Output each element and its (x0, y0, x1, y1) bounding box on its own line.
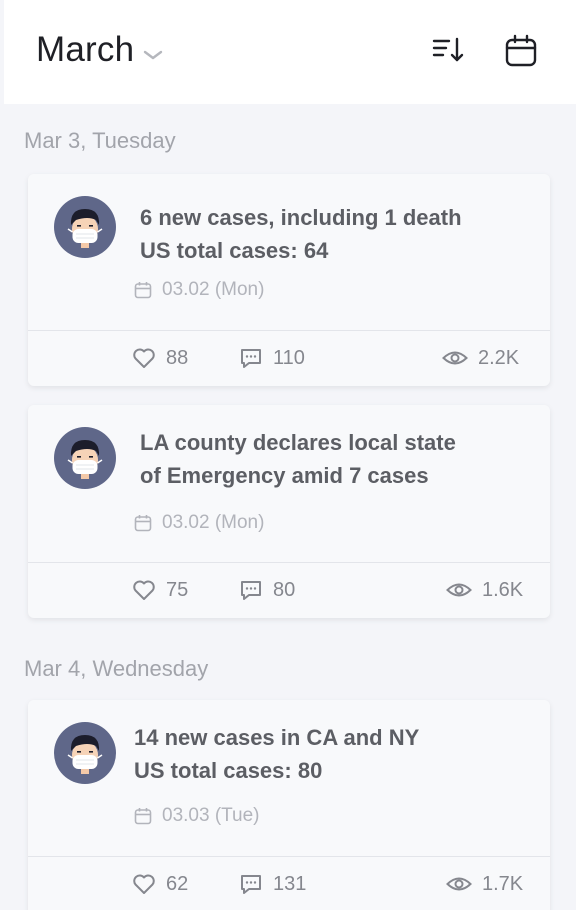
view-count: 1.7K (482, 872, 524, 895)
calendar-icon[interactable] (504, 34, 538, 68)
comment-button[interactable]: 131 (239, 856, 306, 910)
small-calendar-icon (134, 282, 152, 299)
like-button[interactable]: 75 (132, 562, 188, 618)
comment-button[interactable]: 80 (239, 562, 295, 618)
headline-line: of Emergency amid 7 cases (140, 463, 429, 488)
section-date-label: Mar 3, Tuesday (24, 128, 176, 153)
card-stats: 62 131 1.7K (28, 856, 550, 910)
view-count-stat: 1.6K (446, 562, 523, 618)
headline-line: US total cases: 64 (140, 238, 329, 263)
news-card[interactable]: 6 new cases, including 1 death US total … (28, 174, 550, 386)
avatar-icon (54, 722, 116, 784)
headline-line: 6 new cases, including 1 death (140, 205, 462, 230)
comment-count: 110 (273, 346, 305, 369)
eye-icon (446, 877, 472, 891)
top-bar: March (4, 0, 576, 104)
like-count: 75 (166, 578, 189, 601)
post-date-text: 03.02 (Mon) (162, 279, 265, 300)
avatar-icon (54, 427, 116, 489)
post-date-text: 03.02 (Mon) (162, 512, 265, 533)
month-selector[interactable]: March (36, 30, 164, 70)
headline-line: 14 new cases in CA and NY (134, 725, 420, 750)
view-count-stat: 2.2K (442, 330, 519, 386)
heart-icon (133, 348, 155, 368)
view-count: 2.2K (478, 346, 520, 369)
heart-icon (133, 874, 155, 894)
avatar-icon (54, 196, 116, 258)
chevron-down-icon (144, 50, 163, 60)
comment-icon (241, 581, 261, 600)
eye-icon (442, 351, 468, 365)
headline-line: US total cases: 80 (134, 758, 323, 783)
small-calendar-icon (134, 515, 152, 532)
like-button[interactable]: 88 (132, 330, 188, 386)
eye-icon (446, 583, 472, 597)
sort-descending-icon[interactable] (432, 34, 466, 68)
post-date-text: 03.03 (Tue) (162, 805, 260, 826)
news-headline: LA county declares local state of Emerge… (140, 426, 530, 492)
comment-count: 80 (273, 578, 296, 601)
comment-count: 131 (273, 872, 307, 895)
headline-line: LA county declares local state (140, 430, 456, 455)
comment-icon (241, 349, 261, 368)
view-count-stat: 1.7K (446, 856, 523, 910)
news-feed-screen: March Mar 3, Tuesday 6 new cases, includ… (0, 0, 576, 910)
card-stats: 88 110 2.2K (28, 330, 550, 386)
news-card[interactable]: LA county declares local state of Emerge… (28, 405, 550, 618)
heart-icon (133, 580, 155, 600)
news-card[interactable]: 14 new cases in CA and NY US total cases… (28, 700, 550, 910)
like-count: 88 (166, 346, 189, 369)
page-title: March (36, 30, 135, 69)
news-headline: 14 new cases in CA and NY US total cases… (134, 721, 530, 787)
post-date: 03.02 (Mon) (134, 279, 264, 301)
comment-icon (241, 875, 261, 894)
view-count: 1.6K (482, 578, 524, 601)
comment-button[interactable]: 110 (239, 330, 305, 386)
card-stats: 75 80 1.6K (28, 562, 550, 618)
post-date: 03.03 (Tue) (134, 805, 260, 827)
like-button[interactable]: 62 (132, 856, 188, 910)
post-date: 03.02 (Mon) (134, 512, 264, 534)
section-date-label: Mar 4, Wednesday (24, 656, 209, 681)
like-count: 62 (166, 872, 189, 895)
news-headline: 6 new cases, including 1 death US total … (140, 201, 530, 267)
small-calendar-icon (134, 808, 152, 825)
